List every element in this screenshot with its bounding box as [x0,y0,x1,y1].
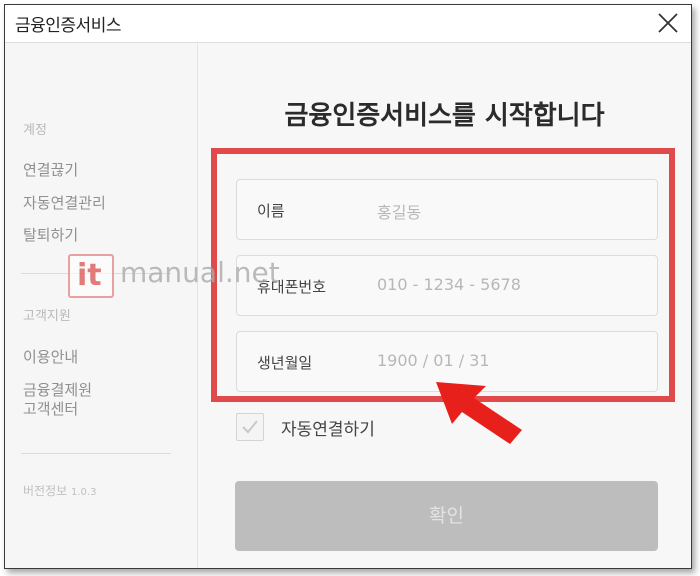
sidebar: 계정 연결끊기 자동연결관리 탈퇴하기 고객지원 이용안내 금융결제원 고객센터… [5,43,198,568]
window-title: 금융인증서비스 [15,16,121,36]
sidebar-item-withdraw[interactable]: 탈퇴하기 [23,226,78,245]
sidebar-item-disconnect[interactable]: 연결끊기 [23,161,78,180]
auto-connect-checkbox[interactable] [236,413,264,441]
red-arrow-icon [436,382,522,444]
name-placeholder: 홍길동 [377,203,422,222]
version-info: 버전정보 1.0.3 [23,482,96,499]
sidebar-item-kftc-center[interactable]: 금융결제원 고객센터 [23,381,92,419]
birthdate-placeholder: 1900 / 01 / 31 [377,351,490,370]
sidebar-item-guide[interactable]: 이용안내 [23,348,78,367]
main-panel: 금융인증서비스를 시작합니다 이름 홍길동 휴대폰번호 010 - 1234 -… [198,43,691,568]
sidebar-section-support: 고객지원 [23,309,71,324]
close-icon [658,13,678,33]
birthdate-label: 생년월일 [257,354,313,372]
version-number: 1.0.3 [71,487,97,498]
name-field[interactable]: 이름 홍길동 [236,179,658,240]
phone-placeholder: 010 - 1234 - 5678 [377,275,521,294]
sidebar-divider [21,453,171,454]
confirm-button[interactable]: 확인 [235,481,658,551]
sidebar-section-account: 계정 [23,123,47,138]
page-title: 금융인증서비스를 시작합니다 [284,101,605,131]
watermark-text: manual.net [120,256,280,289]
close-button[interactable] [655,10,681,36]
phone-field[interactable]: 휴대폰번호 010 - 1234 - 5678 [236,255,658,316]
name-label: 이름 [257,202,285,220]
auto-connect-label: 자동연결하기 [281,420,375,440]
sidebar-item-auto-connect-manage[interactable]: 자동연결관리 [23,194,106,213]
watermark-logo: it [68,254,114,298]
title-bar: 금융인증서비스 [5,5,691,43]
checkmark-icon [242,420,258,434]
version-label: 버전정보 [23,484,68,498]
